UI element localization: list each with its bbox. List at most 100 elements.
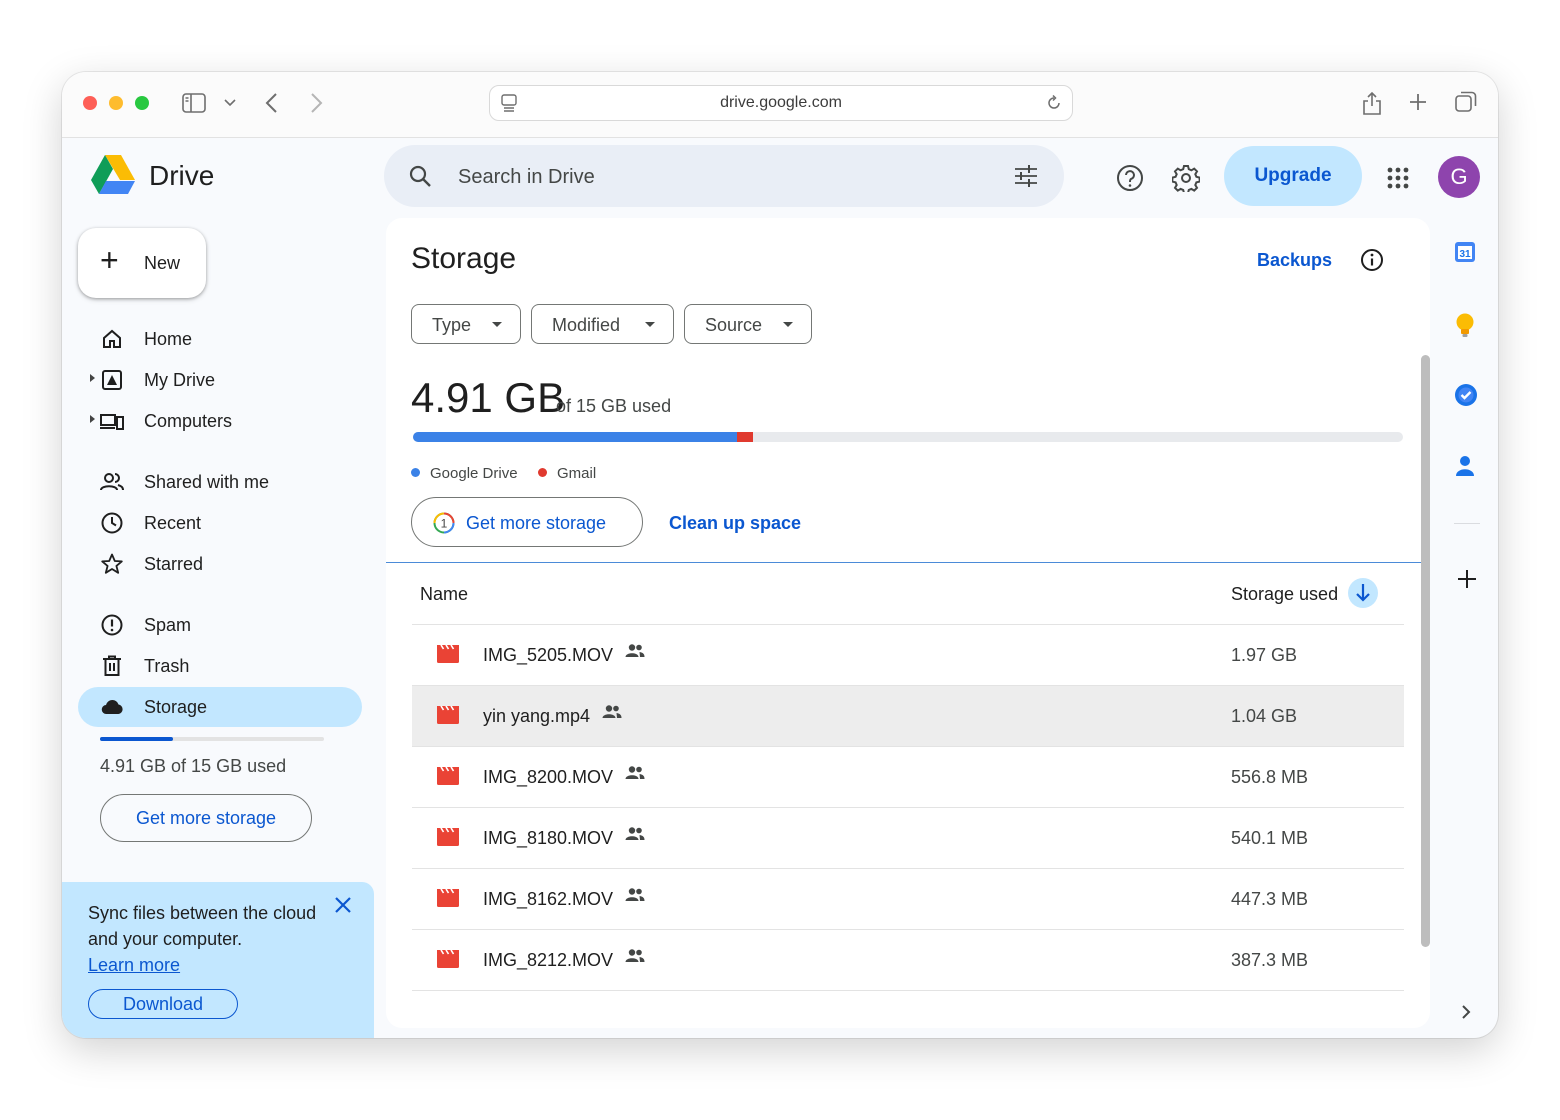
sidebar-item-label: My Drive <box>144 370 215 390</box>
legend-gmail: Gmail <box>538 465 596 482</box>
file-size: 540.1 MB <box>1231 828 1309 848</box>
search-options-icon[interactable] <box>1014 165 1038 187</box>
promo-message: Sync files between the cloud and your co… <box>88 903 317 949</box>
learn-more-link[interactable]: Learn more <box>88 952 328 978</box>
file-name: yin yang.mp4 <box>483 706 591 726</box>
get-more-storage-button[interactable]: 1 Get more storage <box>411 497 643 547</box>
keep-bulb-icon[interactable] <box>1454 312 1476 338</box>
tasks-check-icon[interactable] <box>1454 383 1478 407</box>
sidebar-item-trash[interactable]: Trash <box>78 646 362 686</box>
sidebar-item-label: Trash <box>144 656 190 676</box>
table-row[interactable]: IMG_8180.MOV 540.1 MB <box>412 807 1404 868</box>
back-icon[interactable] <box>264 92 278 114</box>
shared-people-icon <box>625 827 645 840</box>
table-row[interactable]: IMG_8200.MOV 556.8 MB <box>412 746 1404 807</box>
expand-caret-icon[interactable] <box>90 415 95 423</box>
file-size: 556.8 MB <box>1231 767 1309 787</box>
column-header-name[interactable]: Name <box>420 584 468 605</box>
chevron-right-icon[interactable] <box>1461 1004 1471 1020</box>
storage-panel: Storage Backups Type Modified Source 4.9… <box>386 218 1430 1028</box>
shared-icon <box>100 473 124 491</box>
table-row[interactable]: IMG_8212.MOV 387.3 MB <box>412 929 1404 990</box>
apps-grid-icon[interactable] <box>1386 166 1410 190</box>
sidebar-item-label: Shared with me <box>144 472 270 492</box>
settings-gear-icon[interactable] <box>1172 164 1200 192</box>
sidebar-toggle-icon[interactable] <box>182 93 206 113</box>
sort-direction-button[interactable] <box>1348 578 1378 608</box>
contacts-person-icon[interactable] <box>1454 454 1476 478</box>
close-window-button[interactable] <box>83 96 97 110</box>
url-text: drive.google.com <box>720 94 842 111</box>
new-button[interactable]: + New <box>78 228 206 298</box>
calendar-day: 31 <box>1459 249 1471 260</box>
scrollbar-thumb[interactable] <box>1421 355 1430 947</box>
file-name: IMG_8180.MOV <box>483 828 614 848</box>
side-panel-divider <box>1454 523 1480 524</box>
sidebar-item-storage[interactable]: Storage <box>78 687 362 727</box>
close-icon[interactable] <box>334 896 352 914</box>
header-divider <box>386 562 1430 563</box>
new-button-label: New <box>144 253 181 273</box>
sidebar-item-spam[interactable]: Spam <box>78 605 362 645</box>
sidebar-item-shared-with-me[interactable]: Shared with me <box>78 462 362 502</box>
file-name: IMG_8162.MOV <box>483 889 614 909</box>
address-bar[interactable]: drive.google.com <box>489 85 1073 121</box>
google-one-icon: 1 <box>433 512 455 534</box>
trash-icon <box>103 655 121 676</box>
drive-usage-segment <box>413 432 737 442</box>
sidebar-get-more-storage-button[interactable]: Get more storage <box>100 794 312 842</box>
share-icon[interactable] <box>1362 90 1382 116</box>
sidebar-item-my-drive[interactable]: My Drive <box>78 360 362 400</box>
table-row[interactable]: IMG_5205.MOV 1.97 GB <box>412 624 1404 685</box>
sidebar-item-computers[interactable]: Computers <box>78 401 362 441</box>
sidebar-item-recent[interactable]: Recent <box>78 503 362 543</box>
sidebar-item-starred[interactable]: Starred <box>78 544 362 584</box>
download-button[interactable]: Download <box>88 989 238 1019</box>
chip-label: Source <box>705 315 763 335</box>
arrow-down-icon <box>1356 584 1370 602</box>
list-bottom-divider <box>412 990 1404 991</box>
tab-overview-icon[interactable] <box>1455 91 1477 113</box>
spam-icon <box>101 614 123 636</box>
sidebar-storage-fill <box>100 737 174 741</box>
chevron-down-icon[interactable] <box>224 99 236 107</box>
expand-caret-icon[interactable] <box>90 374 95 382</box>
legend-label: Gmail <box>557 465 597 482</box>
sidebar-usage-text: 4.91 GB of 15 GB used <box>100 756 287 776</box>
forward-icon[interactable] <box>310 92 324 114</box>
column-header-storage-used[interactable]: Storage used <box>1231 584 1338 605</box>
video-file-icon <box>437 645 459 663</box>
video-file-icon <box>437 889 459 907</box>
dropdown-arrow-icon <box>645 322 655 327</box>
video-file-icon <box>437 828 459 846</box>
table-row[interactable]: IMG_8162.MOV 447.3 MB <box>412 868 1404 929</box>
upgrade-button[interactable]: Upgrade <box>1224 146 1362 206</box>
add-addon-plus-icon[interactable] <box>1457 569 1477 589</box>
computers-icon <box>100 414 124 430</box>
minimize-window-button[interactable] <box>109 96 123 110</box>
backups-link[interactable]: Backups <box>1257 250 1332 271</box>
search-icon[interactable] <box>408 164 432 188</box>
search-bar[interactable] <box>384 145 1064 207</box>
sidebar-item-label: Spam <box>144 615 192 635</box>
legend-dot <box>538 468 547 477</box>
file-name: IMG_8200.MOV <box>483 767 614 787</box>
modified-filter-chip[interactable]: Modified <box>531 304 674 344</box>
table-row[interactable]: yin yang.mp4 1.04 GB <box>412 685 1404 746</box>
source-filter-chip[interactable]: Source <box>684 304 812 344</box>
sidebar-item-label: Storage <box>144 697 208 717</box>
clean-up-space-link[interactable]: Clean up space <box>669 513 801 534</box>
legend-label: Google Drive <box>430 465 518 482</box>
new-tab-icon[interactable] <box>1409 93 1427 111</box>
reload-icon[interactable] <box>1046 95 1062 111</box>
zoom-window-button[interactable] <box>135 96 149 110</box>
search-input[interactable] <box>456 162 980 192</box>
sidebar-item-home[interactable]: Home <box>78 319 362 359</box>
shared-people-icon <box>625 644 645 657</box>
drive-logo-icon[interactable] <box>90 154 136 196</box>
type-filter-chip[interactable]: Type <box>411 304 521 344</box>
info-icon[interactable] <box>1360 248 1384 272</box>
account-avatar[interactable]: G <box>1438 156 1480 198</box>
help-icon[interactable] <box>1116 164 1144 192</box>
calendar-icon[interactable]: 31 <box>1454 240 1476 264</box>
